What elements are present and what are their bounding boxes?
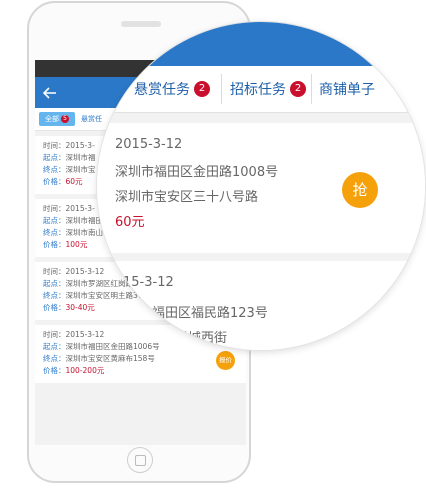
- count-badge: 2: [290, 81, 306, 97]
- count-badge: 2: [194, 81, 210, 97]
- order-from: 深圳市福田区金田路1008号: [115, 165, 279, 180]
- home-button[interactable]: [127, 447, 153, 473]
- tab-all-label: 全部: [45, 115, 59, 123]
- tab-label: 悬赏任务: [134, 82, 190, 98]
- tab-divider: [221, 74, 222, 104]
- order-price: 60元: [115, 215, 145, 230]
- order-to: 侨城西街: [175, 331, 228, 346]
- magnified-order-card[interactable]: 15-3-12 市福田区福民路123号 侨城西街: [97, 261, 425, 350]
- magnifier-zoom: 悬赏任务 2 招标任务 2 商铺单子 2015-3-12 深圳市福田区金田路10…: [97, 22, 425, 350]
- order-to: 深圳市宝安区三十八号路: [115, 190, 259, 205]
- grab-order-button[interactable]: 抢: [342, 172, 378, 208]
- tab-shop-orders[interactable]: 商铺单子: [319, 66, 375, 112]
- order-date: 15-3-12: [123, 275, 174, 290]
- magnified-tabs: 悬赏任务 2 招标任务 2 商铺单子: [97, 66, 425, 113]
- magnified-nav-bar: [97, 22, 425, 66]
- arrow-left-icon[interactable]: [42, 85, 58, 101]
- magnified-order-list: 2015-3-12 深圳市福田区金田路1008号 深圳市宝安区三十八号路 60元…: [97, 113, 425, 350]
- tab-all[interactable]: 全部 5: [39, 112, 75, 126]
- tab-reward-tasks[interactable]: 悬赏任务 2: [134, 66, 210, 112]
- magnified-order-card[interactable]: 2015-3-12 深圳市福田区金田路1008号 深圳市宝安区三十八号路 60元…: [97, 123, 425, 253]
- order-from: 市福田区福民路123号: [139, 306, 268, 321]
- quote-button[interactable]: 报价: [216, 351, 235, 370]
- order-to: 终点：深圳市宝安区黄麻布158号: [43, 354, 155, 363]
- home-square-icon: [135, 455, 146, 466]
- tab-divider: [311, 74, 312, 104]
- tab-label: 商铺单子: [319, 82, 375, 98]
- tab-bidding-tasks[interactable]: 招标任务 2: [230, 66, 306, 112]
- order-date: 2015-3-12: [115, 137, 183, 152]
- order-price: 价格：100-200元: [43, 366, 105, 375]
- tab-all-count-badge: 5: [61, 115, 69, 123]
- tab-label: 招标任务: [230, 82, 286, 98]
